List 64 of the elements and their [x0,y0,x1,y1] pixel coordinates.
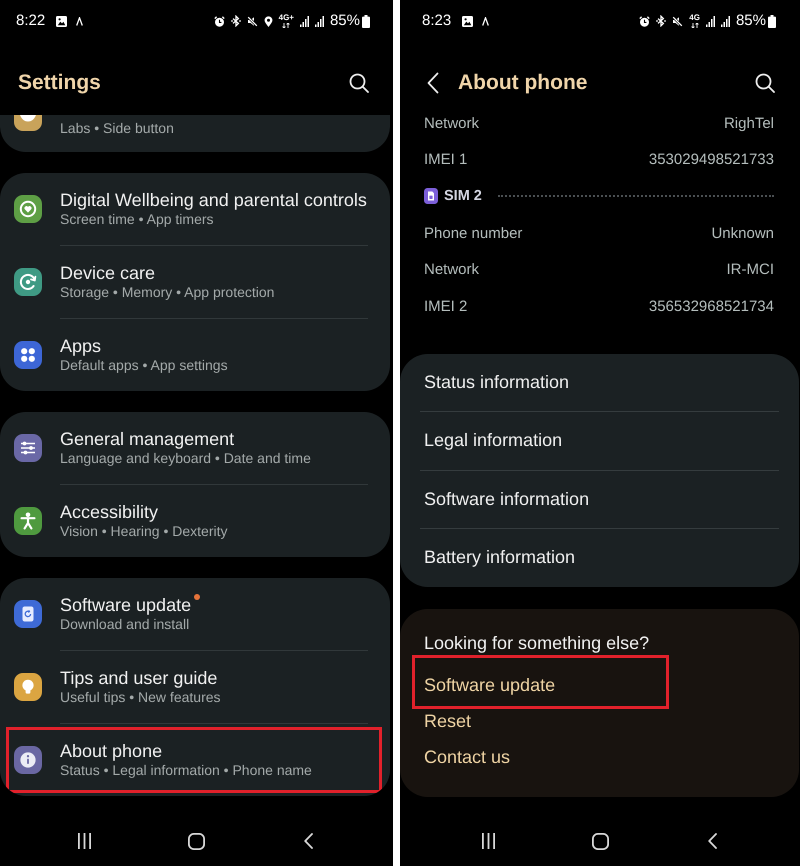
settings-item[interactable]: Device care Storage • Memory • App protection [0,246,390,318]
suggestion-link[interactable]: Contact us [424,744,510,769]
info-value: Unknown [711,224,774,242]
caret-up-icon [76,16,84,26]
settings-item[interactable]: Apps Default apps • App settings [0,319,390,391]
info-label: Network [424,261,480,278]
screen-title: Settings [18,70,101,96]
signal-icon [720,16,730,26]
info-value: RighTel [724,114,774,132]
menu-item[interactable]: Battery information [400,529,799,587]
suggestion-link[interactable]: Reset [424,708,472,733]
battery-percentage: 85% [330,12,360,30]
sim-card-icon [424,188,438,204]
info-value: 353029498521733 [648,151,774,168]
settings-item[interactable]: Accessibility Vision • Hearing • Dexterity [0,485,390,557]
back-icon[interactable] [304,833,313,849]
settings-item[interactable]: Digital Wellbeing and parental controls Screen time • App timers [0,173,390,245]
back-icon[interactable] [427,72,439,94]
menu-item[interactable]: Legal information [400,412,799,470]
network-type-label: 4G+ [278,14,294,22]
signal-icon [314,16,324,26]
info-label: Network [424,114,480,132]
alarm-icon [639,16,650,26]
screen-title: About phone [458,70,588,96]
info-label: Phone number [424,224,522,242]
battery-icon [768,14,776,28]
menu-item[interactable]: Status information [400,354,799,412]
search-icon[interactable] [349,73,369,93]
image-icon [56,16,68,26]
back-icon[interactable] [708,833,716,849]
bluetooth-icon [230,15,241,27]
caret-up-icon [482,16,490,26]
settings-item[interactable]: Tips and user guide Useful tips • New features [0,651,390,723]
image-icon [462,16,474,26]
info-value: 356532968521734 [648,298,774,315]
battery-icon [362,14,370,28]
home-icon[interactable] [592,832,608,850]
alarm-icon [214,16,225,26]
battery-percentage: 85% [736,12,766,30]
home-icon[interactable] [188,832,205,850]
recents-icon[interactable] [482,833,494,849]
suggestion-heading: Looking for something else? [424,632,650,655]
info-label: IMEI 2 [424,298,468,315]
info-label: IMEI 1 [424,151,468,168]
suggestion-link[interactable]: Software update [424,672,556,697]
recents-icon[interactable] [78,833,91,849]
settings-item[interactable]: Software update Download and install [0,578,390,650]
data-arrows-icon [690,23,699,28]
menu-item[interactable]: Software information [400,470,799,528]
settings-item[interactable]: General management Language and keyboard • Date and time [0,412,390,484]
network-type-label: 4G [689,14,700,22]
search-icon[interactable] [755,73,775,93]
info-value: IR-MCI [726,261,774,278]
bluetooth-icon [656,15,666,27]
status-time: 8:22 [16,12,46,30]
sim-label: SIM 2 [444,188,482,204]
data-arrows-icon [282,23,290,28]
mute-icon [246,16,258,26]
status-time: 8:23 [422,12,452,30]
settings-item[interactable]: Labs • Side button [0,115,390,152]
signal-icon [706,16,715,26]
settings-item[interactable]: About phone Status • Legal information • Phone name [0,724,390,796]
mute-icon [672,16,684,26]
signal-icon [300,16,309,26]
